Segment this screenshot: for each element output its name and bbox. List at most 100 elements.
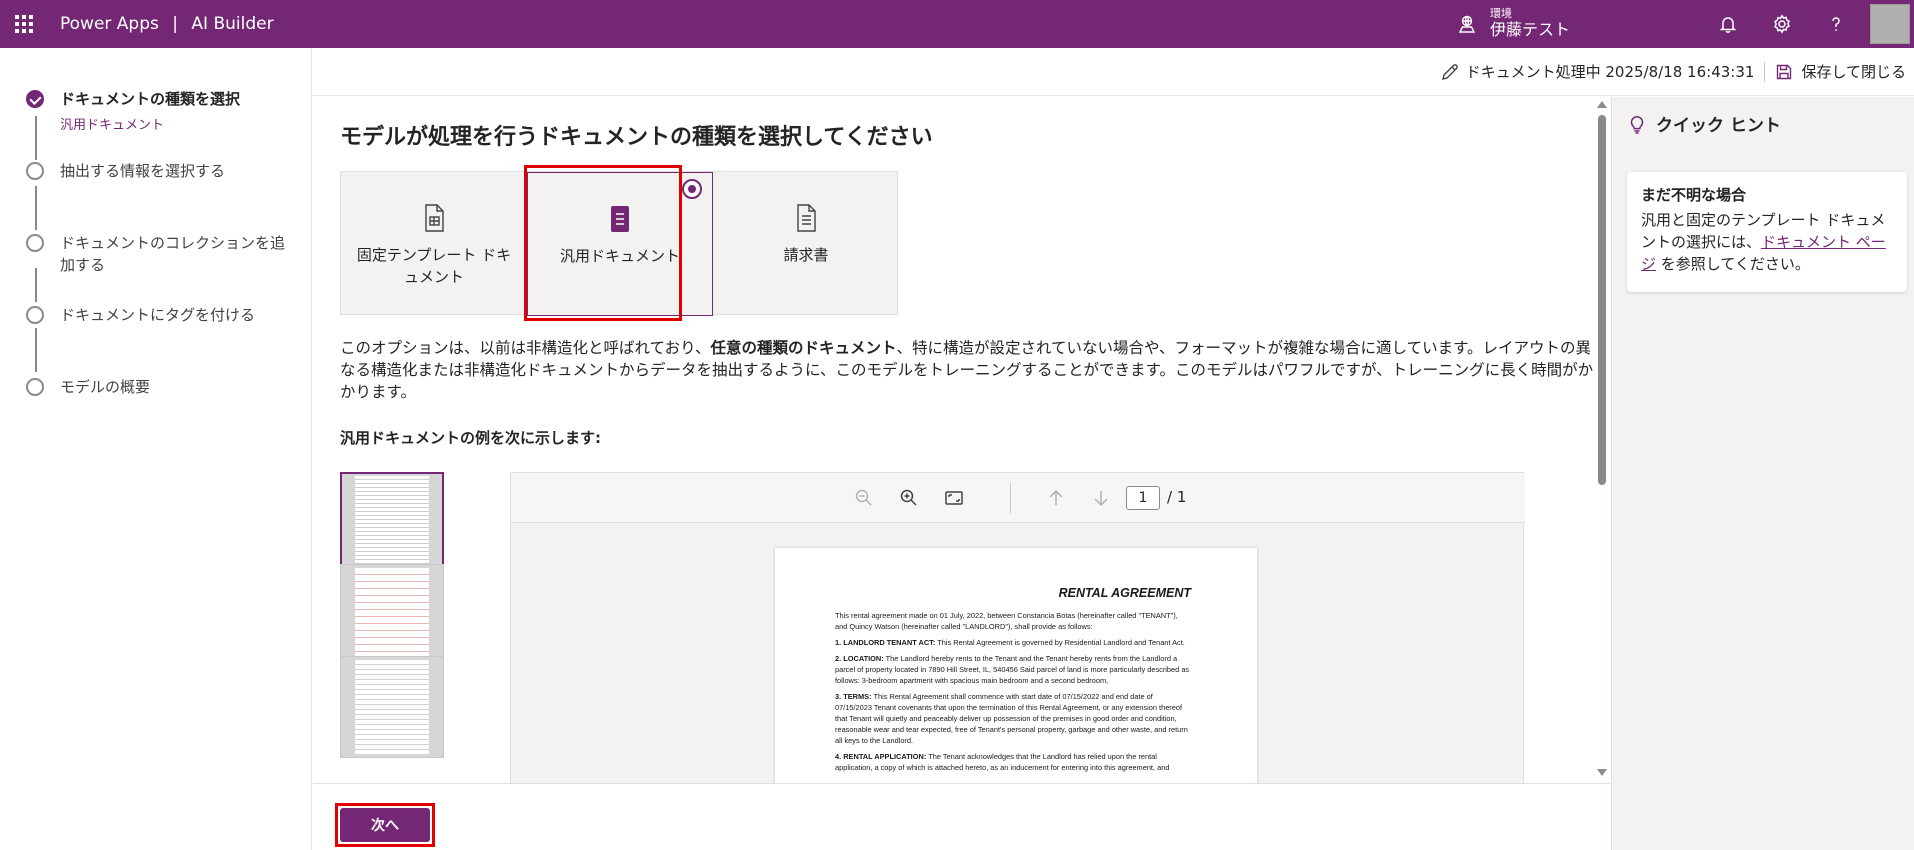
zoom-in-icon: [900, 489, 917, 506]
circle-icon: [26, 306, 44, 324]
previous-page-button[interactable]: [1045, 487, 1067, 509]
scroll-thumb[interactable]: [1598, 115, 1606, 485]
hint-text-part: を参照してください。: [1656, 255, 1810, 273]
step-model-summary[interactable]: モデルの概要: [26, 376, 296, 398]
step-sublabel: 汎用ドキュメント: [60, 118, 165, 133]
section-text: This Rental Agreement shall commence wit…: [835, 692, 1188, 745]
option-description: このオプションは、以前は非構造化と呼ばれており、任意の種類のドキュメント、特に構…: [340, 337, 1595, 403]
step-label: ドキュメントのコレクションを追加する: [60, 234, 286, 274]
document-paragraph: 2. LOCATION: The Landlord hereby rents t…: [835, 653, 1191, 686]
environment-icon: [1458, 15, 1476, 33]
step-label: ドキュメントの種類を選択: [60, 90, 241, 108]
option-fixed-template[interactable]: 固定テンプレート ドキュメント: [341, 172, 527, 316]
step-connector: [35, 186, 37, 230]
page-number-input[interactable]: 1: [1126, 486, 1160, 510]
command-bar: ドキュメント処理中 2025/8/18 16:43:31 保存して閉じる: [313, 48, 1914, 96]
gear-icon: [1774, 14, 1790, 34]
document-paragraph: 1. LANDLORD TENANT ACT: This Rental Agre…: [835, 637, 1191, 648]
hint-text: 汎用と固定のテンプレート ドキュメントの選択には、ドキュメント ページ を参照し…: [1641, 209, 1893, 275]
quick-hints-header: クイック ヒント: [1628, 111, 1781, 136]
circle-icon: [26, 378, 44, 396]
section-text: The Landlord hereby rents to the Tenant …: [835, 654, 1190, 685]
option-label: 固定テンプレート ドキュメント: [356, 246, 512, 286]
quick-hints-title: クイック ヒント: [1656, 116, 1781, 136]
thumbnail-3[interactable]: [340, 656, 444, 758]
section-heading: 3. TERMS:: [835, 692, 872, 701]
highlight-box: [335, 803, 435, 847]
scroll-up-icon[interactable]: [1597, 101, 1607, 108]
hint-title: まだ不明な場合: [1641, 186, 1747, 204]
scroll-down-icon[interactable]: [1597, 769, 1607, 776]
wizard-steps: ドキュメントの種類を選択 汎用ドキュメント 抽出する情報を選択する ドキュメント…: [0, 48, 312, 850]
fit-page-button[interactable]: [943, 487, 965, 509]
pencil-icon: [1441, 63, 1458, 80]
arrow-up-icon: [1049, 489, 1063, 505]
environment-name: 伊藤テスト: [1490, 20, 1571, 40]
lightbulb-icon: [1630, 115, 1644, 134]
main-content: モデルが処理を行うドキュメントの種類を選択してください 固定テンプレート ドキュ…: [313, 97, 1610, 783]
page-title: モデルが処理を行うドキュメントの種類を選択してください: [340, 125, 933, 150]
help-button[interactable]: [1808, 0, 1864, 48]
app-brand[interactable]: Power Apps | AI Builder: [60, 14, 274, 34]
document-preview-page: RENTAL AGREEMENT This rental agreement m…: [775, 548, 1257, 783]
step-label: モデルの概要: [60, 378, 151, 396]
section-heading: 4. RENTAL APPLICATION:: [835, 752, 927, 761]
notifications-button[interactable]: [1700, 0, 1756, 48]
step-connector: [35, 328, 37, 372]
document-paragraph: This rental agreement made on 01 July, 2…: [835, 611, 1178, 631]
highlight-box: [524, 165, 682, 321]
description-emphasis: 任意の種類のドキュメント: [710, 339, 897, 357]
thumbnail-page: [355, 568, 429, 662]
user-avatar[interactable]: [1870, 4, 1910, 44]
thumbnail-page: [355, 476, 429, 570]
zoom-in-button[interactable]: [898, 487, 920, 509]
section-heading: 1. LANDLORD TENANT ACT:: [835, 638, 936, 647]
processing-status: ドキュメント処理中 2025/8/18 16:43:31: [1440, 61, 1755, 82]
step-label: ドキュメントにタグを付ける: [60, 306, 256, 324]
thumbnail-1[interactable]: [340, 472, 444, 574]
next-page-button[interactable]: [1090, 487, 1112, 509]
quick-hints-panel: クイック ヒント まだ不明な場合 汎用と固定のテンプレート ドキュメントの選択に…: [1611, 97, 1914, 850]
settings-button[interactable]: [1754, 0, 1810, 48]
help-icon: [1832, 17, 1840, 31]
examples-heading: 汎用ドキュメントの例を次に示します:: [340, 429, 602, 447]
zoom-out-button[interactable]: [853, 487, 875, 509]
processing-status-text: ドキュメント処理中 2025/8/18 16:43:31: [1465, 63, 1755, 81]
step-add-collection[interactable]: ドキュメントのコレクションを追加する: [26, 232, 296, 276]
divider: [1764, 61, 1766, 82]
description-text: このオプションは、以前は非構造化と呼ばれており、: [340, 339, 711, 357]
thumbnail-2[interactable]: [340, 564, 444, 666]
save-and-close-label: 保存して閉じる: [1801, 63, 1906, 81]
form-document-icon: [425, 204, 444, 232]
toolbar-divider: [1010, 483, 1011, 513]
step-select-document-type[interactable]: ドキュメントの種類を選択 汎用ドキュメント: [26, 88, 296, 133]
hint-card: まだ不明な場合 汎用と固定のテンプレート ドキュメントの選択には、ドキュメント …: [1627, 172, 1907, 292]
step-select-info[interactable]: 抽出する情報を選択する: [26, 160, 296, 182]
fit-page-icon: [945, 491, 963, 505]
section-text: This Rental Agreement is governed by Res…: [935, 638, 1185, 647]
save-icon: [1777, 64, 1792, 79]
circle-icon: [26, 234, 44, 252]
document-paragraph: 3. TERMS: This Rental Agreement shall co…: [835, 691, 1191, 746]
app-launcher-button[interactable]: [0, 0, 48, 48]
step-tag-documents[interactable]: ドキュメントにタグを付ける: [26, 304, 296, 326]
bell-icon: [1719, 17, 1737, 33]
option-label: 請求書: [783, 246, 829, 264]
radio-selected-icon: [682, 179, 702, 199]
document-paragraph: 4. RENTAL APPLICATION: The Tenant acknow…: [835, 751, 1191, 773]
main-scrollbar[interactable]: [1594, 97, 1610, 783]
environment-picker[interactable]: 環境 伊藤テスト: [1456, 0, 1570, 48]
option-invoice[interactable]: 請求書: [713, 172, 899, 316]
wizard-footer: 次へ: [313, 783, 1610, 850]
app-name: Power Apps: [60, 14, 159, 34]
arrow-down-icon: [1094, 491, 1108, 507]
top-bar: Power Apps | AI Builder 環境 伊藤テスト: [0, 0, 1914, 48]
section-heading: 2. LOCATION:: [835, 654, 884, 663]
invoice-document-icon: [797, 204, 816, 232]
product-name: AI Builder: [191, 14, 274, 34]
document-title: RENTAL AGREEMENT: [1058, 586, 1191, 600]
zoom-out-icon: [855, 489, 872, 506]
viewer-toolbar: 1 / 1: [511, 473, 1525, 523]
save-and-close-button[interactable]: 保存して閉じる: [1775, 61, 1906, 82]
circle-icon: [26, 162, 44, 180]
